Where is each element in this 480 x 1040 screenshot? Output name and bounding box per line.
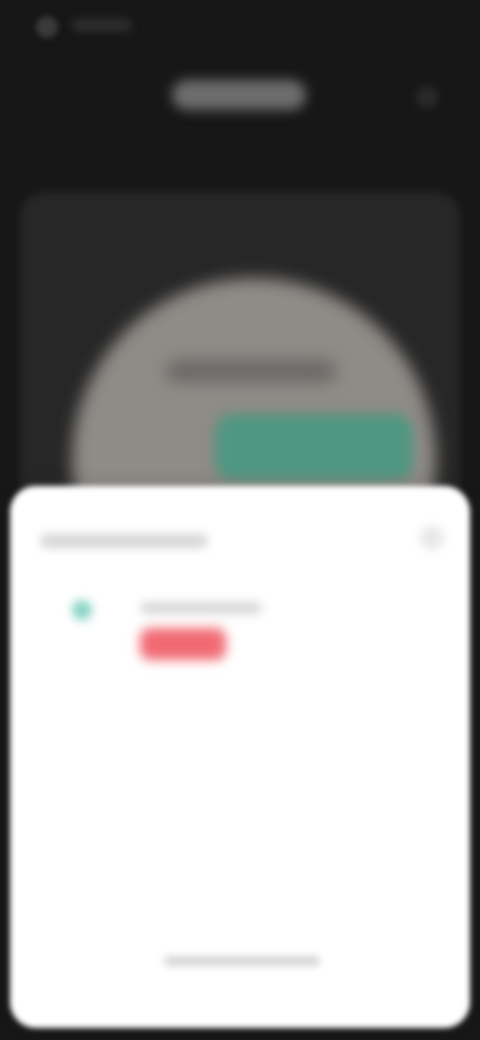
bottom-sheet	[10, 486, 470, 1028]
preview-heading	[166, 360, 336, 382]
app-header	[0, 60, 480, 140]
status-bar	[0, 0, 480, 60]
list-item[interactable]	[42, 586, 302, 670]
preview-cta-button[interactable]	[215, 414, 413, 480]
list-item-label	[140, 602, 262, 614]
close-icon[interactable]	[420, 526, 444, 550]
header-title	[172, 80, 306, 110]
more-icon[interactable]	[416, 86, 438, 108]
status-icon	[36, 16, 58, 38]
teal-dot-icon	[72, 600, 92, 620]
home-indicator	[164, 956, 320, 966]
sheet-title	[40, 534, 208, 548]
status-text	[72, 18, 132, 32]
app-screen	[0, 0, 480, 1040]
status-badge	[140, 628, 226, 660]
